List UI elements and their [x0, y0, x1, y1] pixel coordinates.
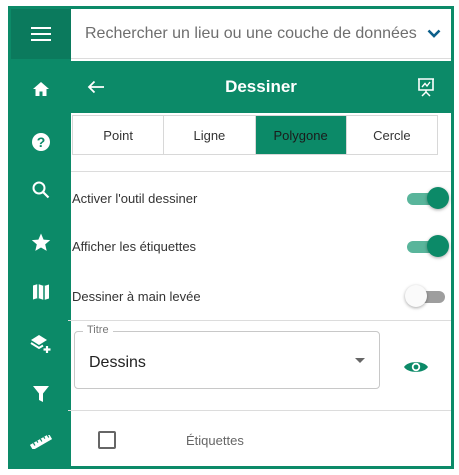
- sidebar-item-help[interactable]: ?: [11, 117, 71, 167]
- divider: [71, 171, 451, 172]
- sidebar-item-measure[interactable]: [11, 417, 71, 466]
- setting-label: Activer l'outil dessiner: [72, 190, 198, 206]
- menu-button[interactable]: [11, 9, 71, 59]
- setting-row-show-labels: Afficher les étiquettes: [72, 222, 459, 270]
- presentation-button[interactable]: [401, 77, 451, 97]
- sidebar-item-home[interactable]: [11, 64, 71, 114]
- layers-add-icon: [30, 335, 51, 353]
- select-legend: Titre: [83, 324, 113, 336]
- title-select[interactable]: Titre Dessins: [74, 324, 380, 389]
- star-icon: [31, 233, 51, 251]
- sidebar: ?: [11, 9, 71, 466]
- sidebar-item-favorites[interactable]: [11, 217, 71, 267]
- ruler-icon: [30, 435, 52, 449]
- filter-icon: [33, 386, 49, 402]
- map-icon: [33, 284, 49, 300]
- setting-row-freehand: Dessiner à main levée: [72, 272, 459, 320]
- setting-row-enable-draw: Activer l'outil dessiner: [72, 174, 459, 222]
- eye-icon: [404, 362, 428, 372]
- shape-tabs: Point Ligne Polygone Cercle: [72, 115, 438, 155]
- divider: [68, 320, 451, 321]
- arrow-left-icon: [87, 80, 104, 94]
- tab-ligne[interactable]: Ligne: [164, 116, 256, 154]
- panel-header: Dessiner: [71, 61, 451, 113]
- freehand-toggle[interactable]: [405, 284, 447, 308]
- chevron-down-icon: [427, 29, 441, 38]
- tab-point[interactable]: Point: [73, 116, 165, 154]
- sidebar-item-add-layer[interactable]: [11, 319, 71, 369]
- labels-checkbox[interactable]: [98, 431, 116, 449]
- dropdown-arrow-icon: [355, 358, 365, 363]
- sidebar-item-search[interactable]: [11, 165, 71, 215]
- divider: [68, 410, 451, 411]
- enable-draw-toggle[interactable]: [407, 186, 449, 210]
- tab-cercle[interactable]: Cercle: [347, 116, 437, 154]
- labels-column-header: Étiquettes: [186, 432, 244, 448]
- search-input[interactable]: Rechercher un lieu ou une couche de donn…: [71, 25, 417, 43]
- presentation-icon: [418, 78, 434, 97]
- tab-polygone[interactable]: Polygone: [255, 116, 347, 154]
- search-bar[interactable]: Rechercher un lieu ou une couche de donn…: [71, 9, 451, 59]
- sidebar-item-filter[interactable]: [11, 369, 71, 419]
- setting-label: Dessiner à main levée: [72, 288, 201, 304]
- svg-text:?: ?: [37, 134, 46, 150]
- search-icon: [32, 181, 50, 199]
- back-button[interactable]: [71, 80, 121, 94]
- select-value: Dessins: [89, 354, 146, 371]
- home-icon: [33, 82, 49, 96]
- setting-label: Afficher les étiquettes: [72, 238, 197, 254]
- search-dropdown-button[interactable]: [417, 29, 451, 38]
- sidebar-item-map[interactable]: [11, 267, 71, 317]
- visibility-button[interactable]: [400, 354, 432, 380]
- help-icon: ?: [32, 133, 50, 151]
- show-labels-toggle[interactable]: [407, 234, 449, 258]
- page-title: Dessiner: [225, 77, 297, 96]
- labels-row: Étiquettes: [68, 420, 459, 460]
- menu-icon: [31, 27, 51, 41]
